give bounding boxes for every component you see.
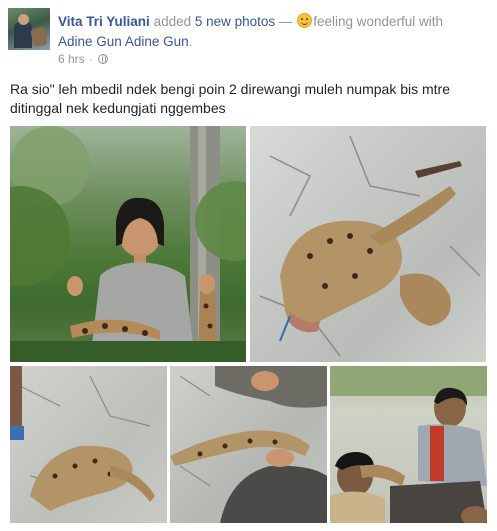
action-prefix: added <box>153 14 192 29</box>
header-period: . <box>188 34 193 49</box>
feeling-text: feeling wonderful with <box>313 14 444 29</box>
feed-post: Vita Tri Yuliani added 5 new photos — fe… <box>0 0 497 531</box>
globe-icon[interactable] <box>97 54 108 64</box>
photo-1-scene <box>10 126 246 362</box>
avatar-object-shape <box>30 26 48 48</box>
post-meta: 6 hrs · <box>58 52 108 66</box>
meta-dot: · <box>88 52 93 66</box>
photo-5-scene <box>330 366 487 523</box>
smiley-emoji-icon <box>297 13 313 28</box>
post-body-text: Ra sio" leh mbedil ndek bengi poin 2 dir… <box>10 81 450 116</box>
photo-4[interactable] <box>170 366 327 523</box>
post-header: Vita Tri Yuliani added 5 new photos — fe… <box>58 12 488 52</box>
photo-3-scene <box>10 366 155 511</box>
author-name-link[interactable]: Vita Tri Yuliani <box>58 14 150 29</box>
author-avatar[interactable] <box>8 8 50 50</box>
tagged-user-link[interactable]: Adine Gun <box>58 34 122 49</box>
photo-2-scene <box>259 135 481 357</box>
photos-link[interactable]: 5 new photos <box>195 14 275 29</box>
post-timestamp[interactable]: 6 hrs <box>58 52 85 66</box>
separator: — <box>278 14 293 29</box>
avatar-head-shape <box>18 14 29 25</box>
photo-3[interactable] <box>10 366 167 523</box>
photo-4-scene <box>170 366 327 523</box>
avatar-person-shape <box>14 22 32 48</box>
photo-5[interactable] <box>330 366 487 523</box>
photo-2[interactable] <box>250 126 486 362</box>
tagged-user-link-2[interactable]: Adine Gun <box>125 34 189 49</box>
photo-1[interactable] <box>10 126 246 362</box>
